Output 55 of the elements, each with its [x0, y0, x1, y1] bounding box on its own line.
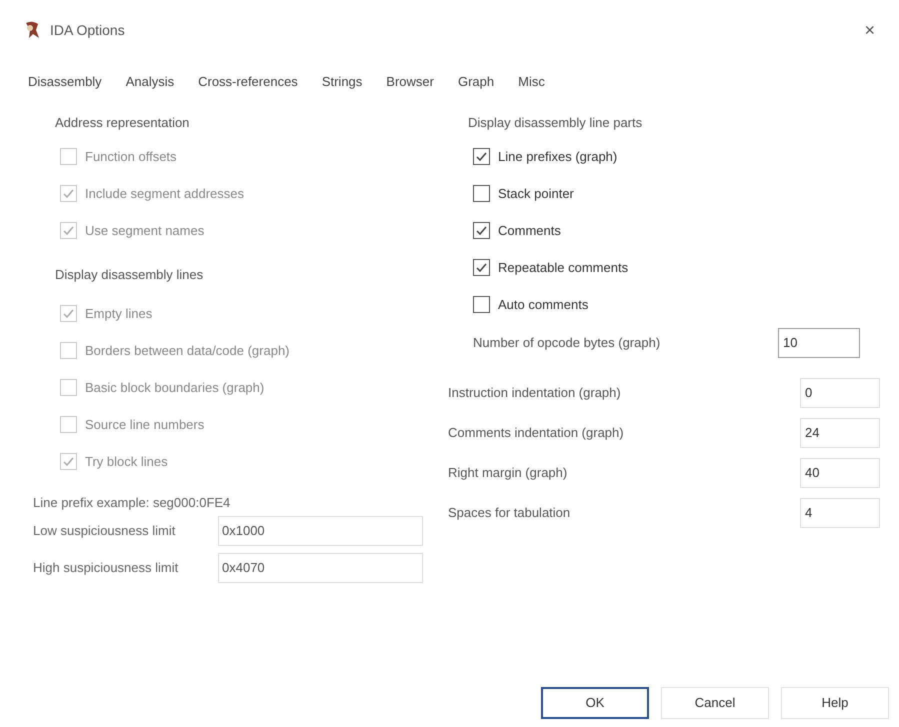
checkbox-label: Source line numbers — [85, 416, 204, 434]
group-title: Display disassembly lines — [55, 266, 204, 284]
field-label: High suspiciousness limit — [33, 558, 180, 577]
checkbox[interactable] — [473, 259, 490, 276]
check-icon — [475, 150, 488, 163]
tab[interactable]: Browser — [376, 68, 444, 96]
checkbox[interactable] — [473, 222, 490, 239]
check-icon — [62, 224, 75, 237]
dialog-button[interactable]: Cancel — [661, 687, 769, 719]
input-field[interactable]: 10 — [778, 328, 860, 358]
tab[interactable]: Disassembly — [18, 68, 112, 96]
tab[interactable]: Cross-references — [188, 68, 308, 96]
checkbox[interactable] — [473, 148, 490, 165]
checkbox-label: Comments — [498, 222, 561, 240]
input-field[interactable]: 24 — [800, 418, 880, 448]
dialog-button[interactable]: Help — [781, 687, 889, 719]
checkbox-label: Empty lines — [85, 304, 152, 323]
tab[interactable]: Graph — [448, 68, 504, 96]
checkbox-label: Try block lines — [85, 452, 168, 471]
field-label: Spaces for tabulation — [448, 504, 572, 522]
input-field[interactable]: 0 — [800, 378, 880, 408]
checkbox-label: Line prefixes (graph) — [498, 148, 618, 166]
input-field[interactable]: 40 — [800, 458, 880, 488]
line-prefix-example: Line prefix example: seg000:0FE4 — [33, 494, 230, 512]
field-label: Low suspiciousness limit — [33, 522, 176, 540]
input-field[interactable]: 0x4070 — [218, 552, 423, 582]
dialog-button[interactable]: OK — [541, 687, 649, 719]
group-title: Address representation — [55, 114, 190, 132]
check-icon — [62, 307, 75, 320]
group-title: Display disassembly line parts — [468, 114, 644, 132]
checkbox-label: Function offsets — [85, 148, 177, 166]
checkbox-label: Stack pointer — [498, 184, 574, 203]
checkbox-label: Auto comments — [498, 296, 588, 314]
checkbox-label: Basic block boundaries (graph) — [85, 378, 264, 397]
tab[interactable]: Strings — [312, 68, 372, 96]
input-field[interactable]: 4 — [800, 498, 880, 528]
window-title: IDA Options — [50, 20, 125, 40]
checkbox-label: Use segment names — [85, 222, 204, 240]
close-button[interactable]: × — [864, 16, 875, 44]
tab[interactable]: Analysis — [116, 68, 184, 96]
input-field[interactable]: 0x1000 — [218, 516, 423, 546]
check-icon — [62, 187, 75, 200]
checkbox-label: Include segment addresses — [85, 184, 244, 203]
tab[interactable]: Misc — [508, 68, 555, 96]
checkbox-label: Repeatable comments — [498, 258, 628, 277]
check-icon — [475, 261, 488, 274]
field-label: Instruction indentation (graph) — [448, 384, 622, 402]
field-label: Comments indentation (graph) — [448, 424, 625, 442]
field-label: Right margin (graph) — [448, 464, 568, 482]
check-icon — [62, 455, 75, 468]
field-label: Number of opcode bytes (graph) — [473, 334, 662, 352]
checkbox[interactable] — [473, 185, 490, 202]
checkbox[interactable] — [473, 296, 490, 313]
check-icon — [475, 224, 488, 237]
checkbox-label: Borders between data/code (graph) — [85, 342, 290, 360]
